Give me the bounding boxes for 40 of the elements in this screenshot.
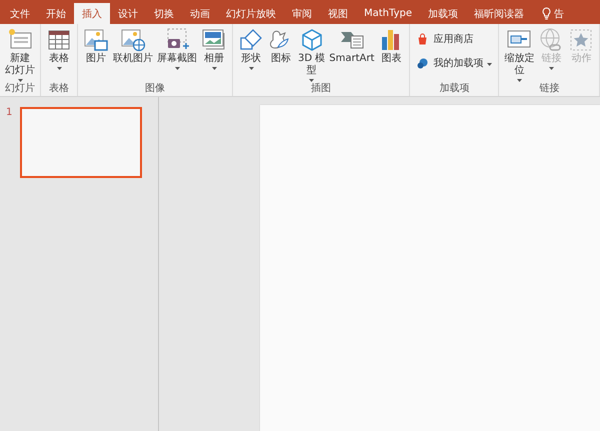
ribbon-button[interactable]: 应用商店 <box>413 30 496 48</box>
ribbon-button[interactable]: 联机图片 <box>111 26 155 66</box>
ribbon-button[interactable]: SmartArt <box>327 26 376 66</box>
ribbon-button[interactable]: 屏幕截图 <box>155 26 199 71</box>
ribbon-button[interactable]: 缩放定 位 <box>502 26 536 83</box>
ribbon-tab[interactable]: MathType <box>356 3 420 24</box>
lightbulb-icon <box>542 7 551 20</box>
ribbon-tab[interactable]: 幻灯片放映 <box>218 3 284 24</box>
ribbon-button[interactable]: 形状 <box>236 26 266 71</box>
image-icon <box>83 27 109 53</box>
ribbon-button[interactable]: 3D 模 型 <box>296 26 328 83</box>
ribbon-tab[interactable]: 设计 <box>110 3 146 24</box>
group-label: 图像 <box>145 83 165 95</box>
ribbon-tab[interactable]: 插入 <box>74 3 110 24</box>
tell-me-text[interactable]: 告 <box>554 6 564 20</box>
ribbon-tab[interactable]: 动画 <box>182 3 218 24</box>
group-label: 加载项 <box>439 83 470 95</box>
ribbon-tab[interactable]: 文件 <box>2 3 38 24</box>
shopping-bag-icon <box>416 32 430 46</box>
ribbon-button[interactable]: 相册 <box>199 26 229 71</box>
group-label: 幻灯片 <box>5 83 35 95</box>
slide-thumbnail[interactable] <box>20 107 142 178</box>
ribbon-button[interactable]: 表格 <box>44 26 74 71</box>
ribbon-tab[interactable]: 福昕阅读器 <box>466 3 532 24</box>
ribbon-button[interactable]: 图表 <box>376 26 406 66</box>
group-label: 链接 <box>539 83 560 95</box>
ribbon-tab[interactable]: 审阅 <box>284 3 320 24</box>
ribbon-tab[interactable]: 开始 <box>38 3 74 24</box>
ribbon-button[interactable]: 图标 <box>266 26 296 66</box>
online-image-icon <box>120 27 146 53</box>
group-label: 表格 <box>49 83 69 95</box>
addin-icon <box>416 56 430 70</box>
ribbon-tab[interactable]: 加载项 <box>420 3 466 24</box>
ribbon-tab[interactable]: 视图 <box>320 3 356 24</box>
ribbon-button[interactable]: 图片 <box>81 26 111 66</box>
ribbon-tab[interactable]: 切换 <box>146 3 182 24</box>
slide-number: 1 <box>6 107 12 118</box>
ribbon-button[interactable]: 新建 幻灯片 <box>3 26 37 83</box>
group-label: 插图 <box>311 83 332 95</box>
ribbon-button[interactable]: 我的加载项 <box>413 54 496 72</box>
